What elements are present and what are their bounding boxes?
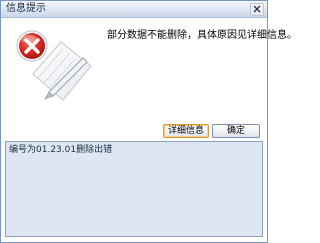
error-illustration <box>16 30 92 101</box>
error-message: 部分数据不能删除，具体原因见详细信息。 <box>107 30 297 41</box>
details-panel[interactable]: 编号为01.23.01删除出错 <box>5 141 263 237</box>
error-icon <box>16 30 48 62</box>
message-dialog: 信息提示 部分数据不能删除，具体原因见详细信息。 详细信息 确定 编号为01.2… <box>0 0 297 243</box>
message-area: 部分数据不能删除，具体原因见详细信息。 <box>1 18 297 116</box>
details-button[interactable]: 详细信息 <box>163 124 209 138</box>
window-title: 信息提示 <box>6 3 46 14</box>
title-bar[interactable]: 信息提示 <box>1 1 267 18</box>
close-icon <box>253 5 261 13</box>
close-button[interactable] <box>250 3 264 16</box>
ok-button[interactable]: 确定 <box>212 124 260 138</box>
details-text: 编号为01.23.01删除出错 <box>9 145 113 155</box>
